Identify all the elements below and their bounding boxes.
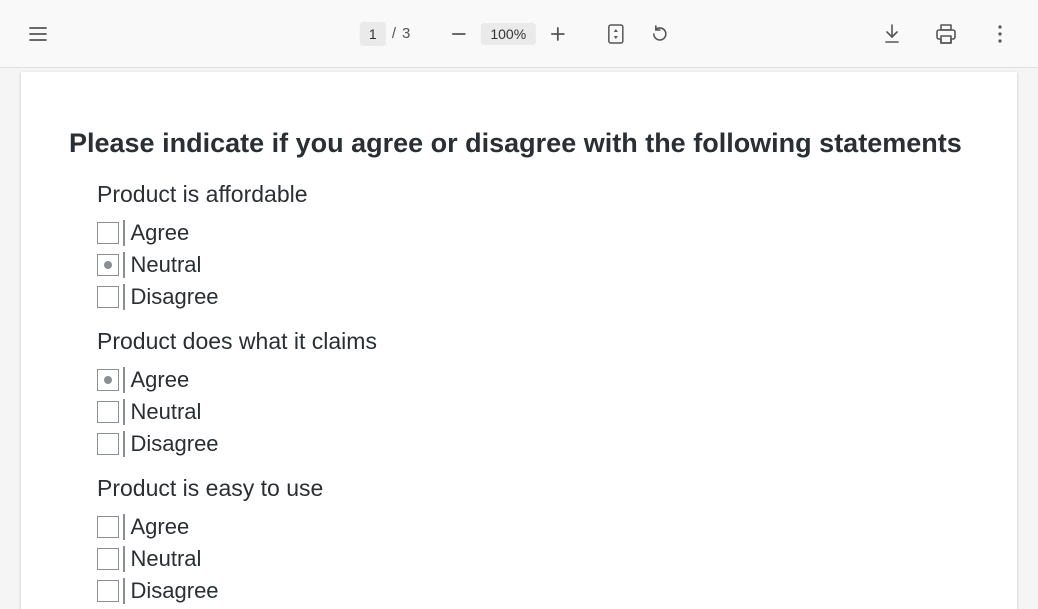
checkbox[interactable]: [97, 286, 119, 308]
option-label: Agree: [131, 220, 190, 246]
checkbox[interactable]: [97, 516, 119, 538]
page-number-input[interactable]: [360, 22, 386, 46]
rotate-icon: [651, 25, 669, 43]
toolbar-center: / 3 100%: [360, 16, 678, 52]
form-heading: Please indicate if you agree or disagree…: [69, 128, 969, 159]
question-text: Product is easy to use: [97, 475, 969, 502]
checkbox[interactable]: [97, 222, 119, 244]
option-label: Disagree: [131, 284, 219, 310]
fit-page-icon: [608, 24, 624, 44]
group-spacer: [69, 316, 969, 328]
zoom-out-button[interactable]: [440, 16, 476, 52]
page-indicator: / 3: [360, 22, 411, 46]
checkbox[interactable]: [97, 433, 119, 455]
group-spacer: [69, 463, 969, 475]
option-row: Neutral: [97, 252, 969, 278]
document-viewport[interactable]: Please indicate if you agree or disagree…: [0, 68, 1038, 609]
option-row: Agree: [97, 220, 969, 246]
page-separator: /: [392, 25, 396, 42]
option-divider: [123, 220, 125, 246]
question-text: Product does what it claims: [97, 328, 969, 355]
toolbar-right: [874, 16, 1018, 52]
toolbar-left: [20, 16, 56, 52]
print-icon: [936, 24, 956, 44]
menu-button[interactable]: [20, 16, 56, 52]
option-label: Neutral: [131, 546, 202, 572]
minus-icon: [451, 27, 465, 41]
checkbox[interactable]: [97, 401, 119, 423]
hamburger-icon: [29, 27, 47, 41]
option-divider: [123, 252, 125, 278]
option-divider: [123, 578, 125, 604]
option-row: Neutral: [97, 546, 969, 572]
option-divider: [123, 431, 125, 457]
option-row: Agree: [97, 367, 969, 393]
download-icon: [884, 24, 900, 44]
option-divider: [123, 367, 125, 393]
option-divider: [123, 284, 125, 310]
option-divider: [123, 514, 125, 540]
option-row: Neutral: [97, 399, 969, 425]
rotate-button[interactable]: [642, 16, 678, 52]
option-row: Agree: [97, 514, 969, 540]
option-label: Disagree: [131, 578, 219, 604]
zoom-level[interactable]: 100%: [480, 23, 536, 45]
page-total: 3: [402, 25, 410, 42]
pdf-toolbar: / 3 100%: [0, 0, 1038, 68]
more-button[interactable]: [982, 16, 1018, 52]
download-button[interactable]: [874, 16, 910, 52]
option-row: Disagree: [97, 284, 969, 310]
checkbox[interactable]: [97, 548, 119, 570]
checkbox[interactable]: [97, 580, 119, 602]
option-row: Disagree: [97, 431, 969, 457]
zoom-in-button[interactable]: [540, 16, 576, 52]
question-text: Product is affordable: [97, 181, 969, 208]
checkbox[interactable]: [97, 369, 119, 391]
checkbox[interactable]: [97, 254, 119, 276]
option-row: Disagree: [97, 578, 969, 604]
option-label: Agree: [131, 514, 190, 540]
option-label: Agree: [131, 367, 190, 393]
option-divider: [123, 546, 125, 572]
print-button[interactable]: [928, 16, 964, 52]
fit-page-button[interactable]: [598, 16, 634, 52]
option-divider: [123, 399, 125, 425]
zoom-controls: 100%: [440, 16, 576, 52]
more-vertical-icon: [998, 25, 1002, 43]
option-label: Disagree: [131, 431, 219, 457]
pdf-page: Please indicate if you agree or disagree…: [21, 72, 1017, 609]
plus-icon: [551, 27, 565, 41]
questions-container: Product is affordable Agree Neutral Disagre…: [69, 181, 969, 609]
option-label: Neutral: [131, 399, 202, 425]
option-label: Neutral: [131, 252, 202, 278]
